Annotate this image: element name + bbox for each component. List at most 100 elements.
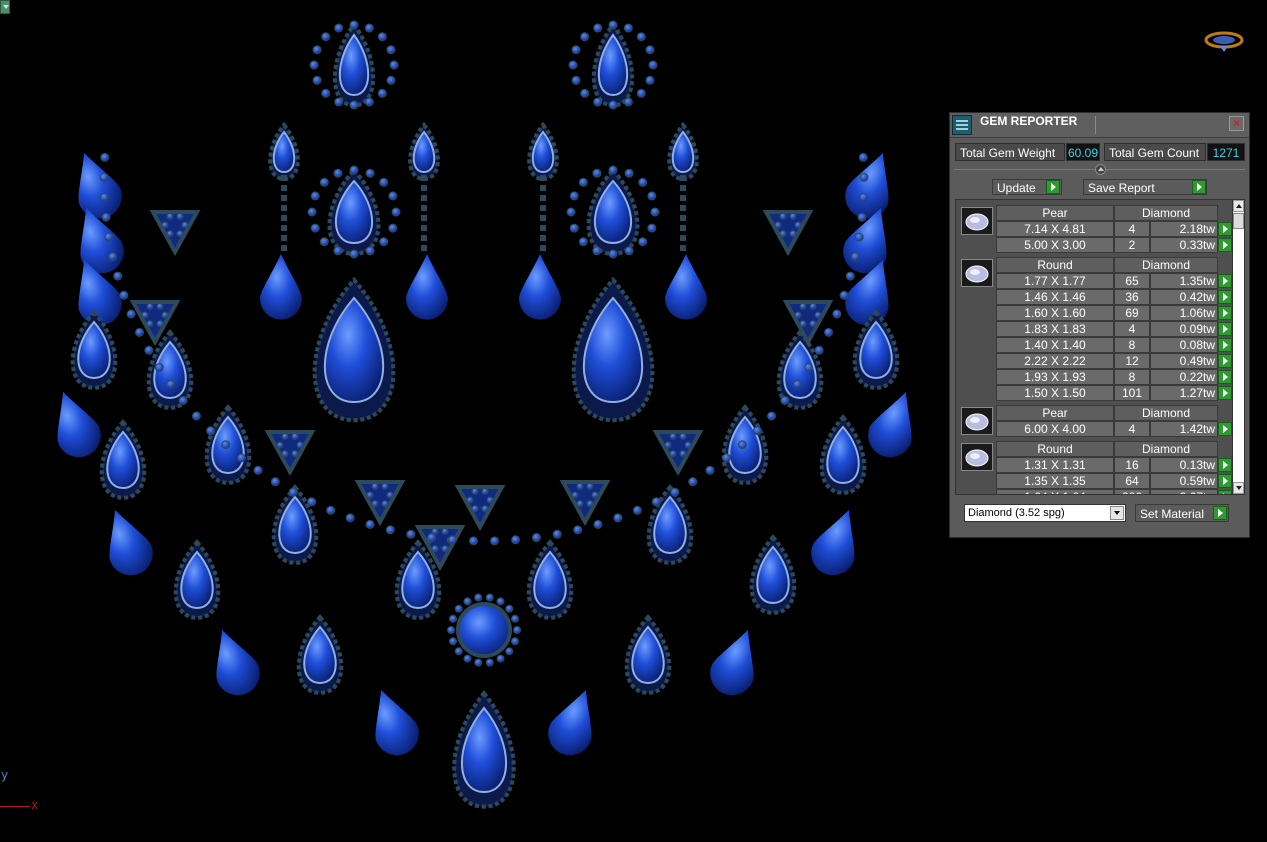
total-weight-value: 60.09: [1066, 143, 1100, 161]
select-gems-icon[interactable]: [1218, 474, 1232, 488]
accent-stone: [586, 482, 594, 490]
accent-stone: [146, 320, 154, 328]
accent-stone: [270, 477, 280, 487]
accent-stone: [752, 426, 762, 436]
save-report-button[interactable]: Save Report: [1083, 179, 1207, 195]
panel-titlebar[interactable]: GEM REPORTER ×: [950, 113, 1249, 138]
halo-stone: [364, 97, 374, 107]
gem-size-cell: 2.22 X 2.22: [996, 353, 1114, 369]
accent-stone: [176, 212, 184, 220]
halo-stone: [365, 246, 375, 256]
list-scrollbar[interactable]: [1232, 200, 1244, 494]
accent-stone: [858, 152, 868, 162]
accent-stone: [669, 432, 677, 440]
gem-size-cell: 1.64 X 1.64: [996, 489, 1114, 494]
gem-shape-icon[interactable]: [961, 259, 993, 287]
halo-stone: [377, 32, 387, 42]
accent-stone: [859, 192, 869, 202]
right-earring-top: [591, 21, 635, 108]
halo-stone: [568, 60, 578, 70]
gem-count-cell: 220: [1114, 489, 1150, 494]
accent-stone: [365, 519, 375, 529]
accent-stone: [291, 432, 299, 440]
gem-weight-cell: 2.67tw: [1150, 489, 1218, 494]
halo-stone: [321, 32, 331, 42]
gem-weight-cell: 0.13tw: [1150, 457, 1218, 473]
accent-stone: [441, 545, 449, 553]
halo-stone: [386, 45, 396, 55]
update-button[interactable]: Update: [992, 179, 1062, 195]
select-gems-icon[interactable]: [1218, 370, 1232, 384]
select-gems-icon[interactable]: [1218, 238, 1232, 252]
sapphire-pear: [268, 121, 300, 182]
gem-weight-cell: 0.33tw: [1150, 237, 1218, 253]
gem-material-label: Diamond: [1114, 441, 1218, 457]
accent-stone: [427, 533, 437, 543]
accent-stone: [126, 309, 136, 319]
halo-stone: [578, 237, 588, 247]
update-button-label: Update: [997, 181, 1036, 195]
accent-stone: [366, 491, 374, 499]
gem-count-cell: 16: [1114, 457, 1150, 473]
gem-size-cell: 1.46 X 1.46: [996, 289, 1114, 305]
scroll-thumb[interactable]: [1233, 213, 1244, 229]
halo-stone: [474, 658, 483, 667]
set-material-button[interactable]: Set Material: [1135, 504, 1229, 522]
gem-shape-icon[interactable]: [961, 407, 993, 435]
halo-stone: [592, 246, 602, 256]
material-dropdown[interactable]: Diamond (3.52 spg): [964, 504, 1126, 522]
collapse-icon[interactable]: [1095, 164, 1106, 175]
select-gems-icon[interactable]: [1218, 306, 1232, 320]
accent-stone: [774, 221, 782, 229]
select-gems-icon[interactable]: [1218, 322, 1232, 336]
accent-stone: [780, 395, 790, 405]
select-gems-icon[interactable]: [1218, 490, 1232, 494]
accent-stone: [156, 320, 164, 328]
accent-stone: [99, 192, 109, 202]
accent-stone: [385, 525, 395, 535]
select-gems-icon[interactable]: [1218, 338, 1232, 352]
sapphire-drop: [868, 391, 912, 458]
halo-stone: [592, 168, 602, 178]
sapphire-pear: [296, 614, 344, 695]
select-gems-icon[interactable]: [1218, 354, 1232, 368]
accent-stone: [794, 221, 802, 229]
gem-shape-icon[interactable]: [961, 207, 993, 235]
chevron-down-icon[interactable]: [1110, 506, 1124, 520]
right-earring-bottom: [571, 276, 655, 423]
select-gems-icon[interactable]: [1218, 222, 1232, 236]
scroll-down-icon[interactable]: [1233, 482, 1244, 494]
triangle-cluster: [559, 480, 611, 527]
accent-stone: [664, 441, 672, 449]
scroll-up-icon[interactable]: [1233, 200, 1244, 212]
select-gems-icon[interactable]: [1218, 458, 1232, 472]
halo-stone: [648, 60, 658, 70]
total-weight-label: Total Gem Weight: [955, 143, 1065, 161]
accent-stone: [794, 311, 802, 319]
select-gems-icon[interactable]: [1218, 422, 1232, 436]
halo-stone: [379, 177, 389, 187]
select-gems-icon[interactable]: [1218, 290, 1232, 304]
halo-stone: [333, 246, 343, 256]
close-icon[interactable]: ×: [1229, 116, 1244, 131]
accent-stone: [166, 230, 174, 238]
accent-stone: [854, 232, 864, 242]
accent-stone: [651, 497, 661, 507]
gem-weight-cell: 1.27tw: [1150, 385, 1218, 401]
gem-list[interactable]: Pear Diamond 7.14 X 4.81 4 2.18tw 5.00 X 3.00…: [955, 199, 1245, 495]
halo-stone: [349, 249, 359, 259]
gem-count-cell: 4: [1114, 321, 1150, 337]
view-cube-icon[interactable]: [1203, 29, 1245, 53]
select-gems-icon[interactable]: [1218, 274, 1232, 288]
accent-stone: [857, 212, 867, 222]
gem-weight-cell: 0.08tw: [1150, 337, 1218, 353]
sapphire-drop: [845, 152, 889, 219]
left-earring-top: [332, 21, 376, 108]
gem-shape-icon[interactable]: [961, 443, 993, 471]
select-gems-icon[interactable]: [1218, 386, 1232, 400]
halo-stone: [312, 75, 322, 85]
gem-shape-label: Pear: [996, 205, 1114, 221]
halo-stone: [377, 88, 387, 98]
halo-stone: [608, 249, 618, 259]
sapphire-drop: [665, 254, 707, 320]
